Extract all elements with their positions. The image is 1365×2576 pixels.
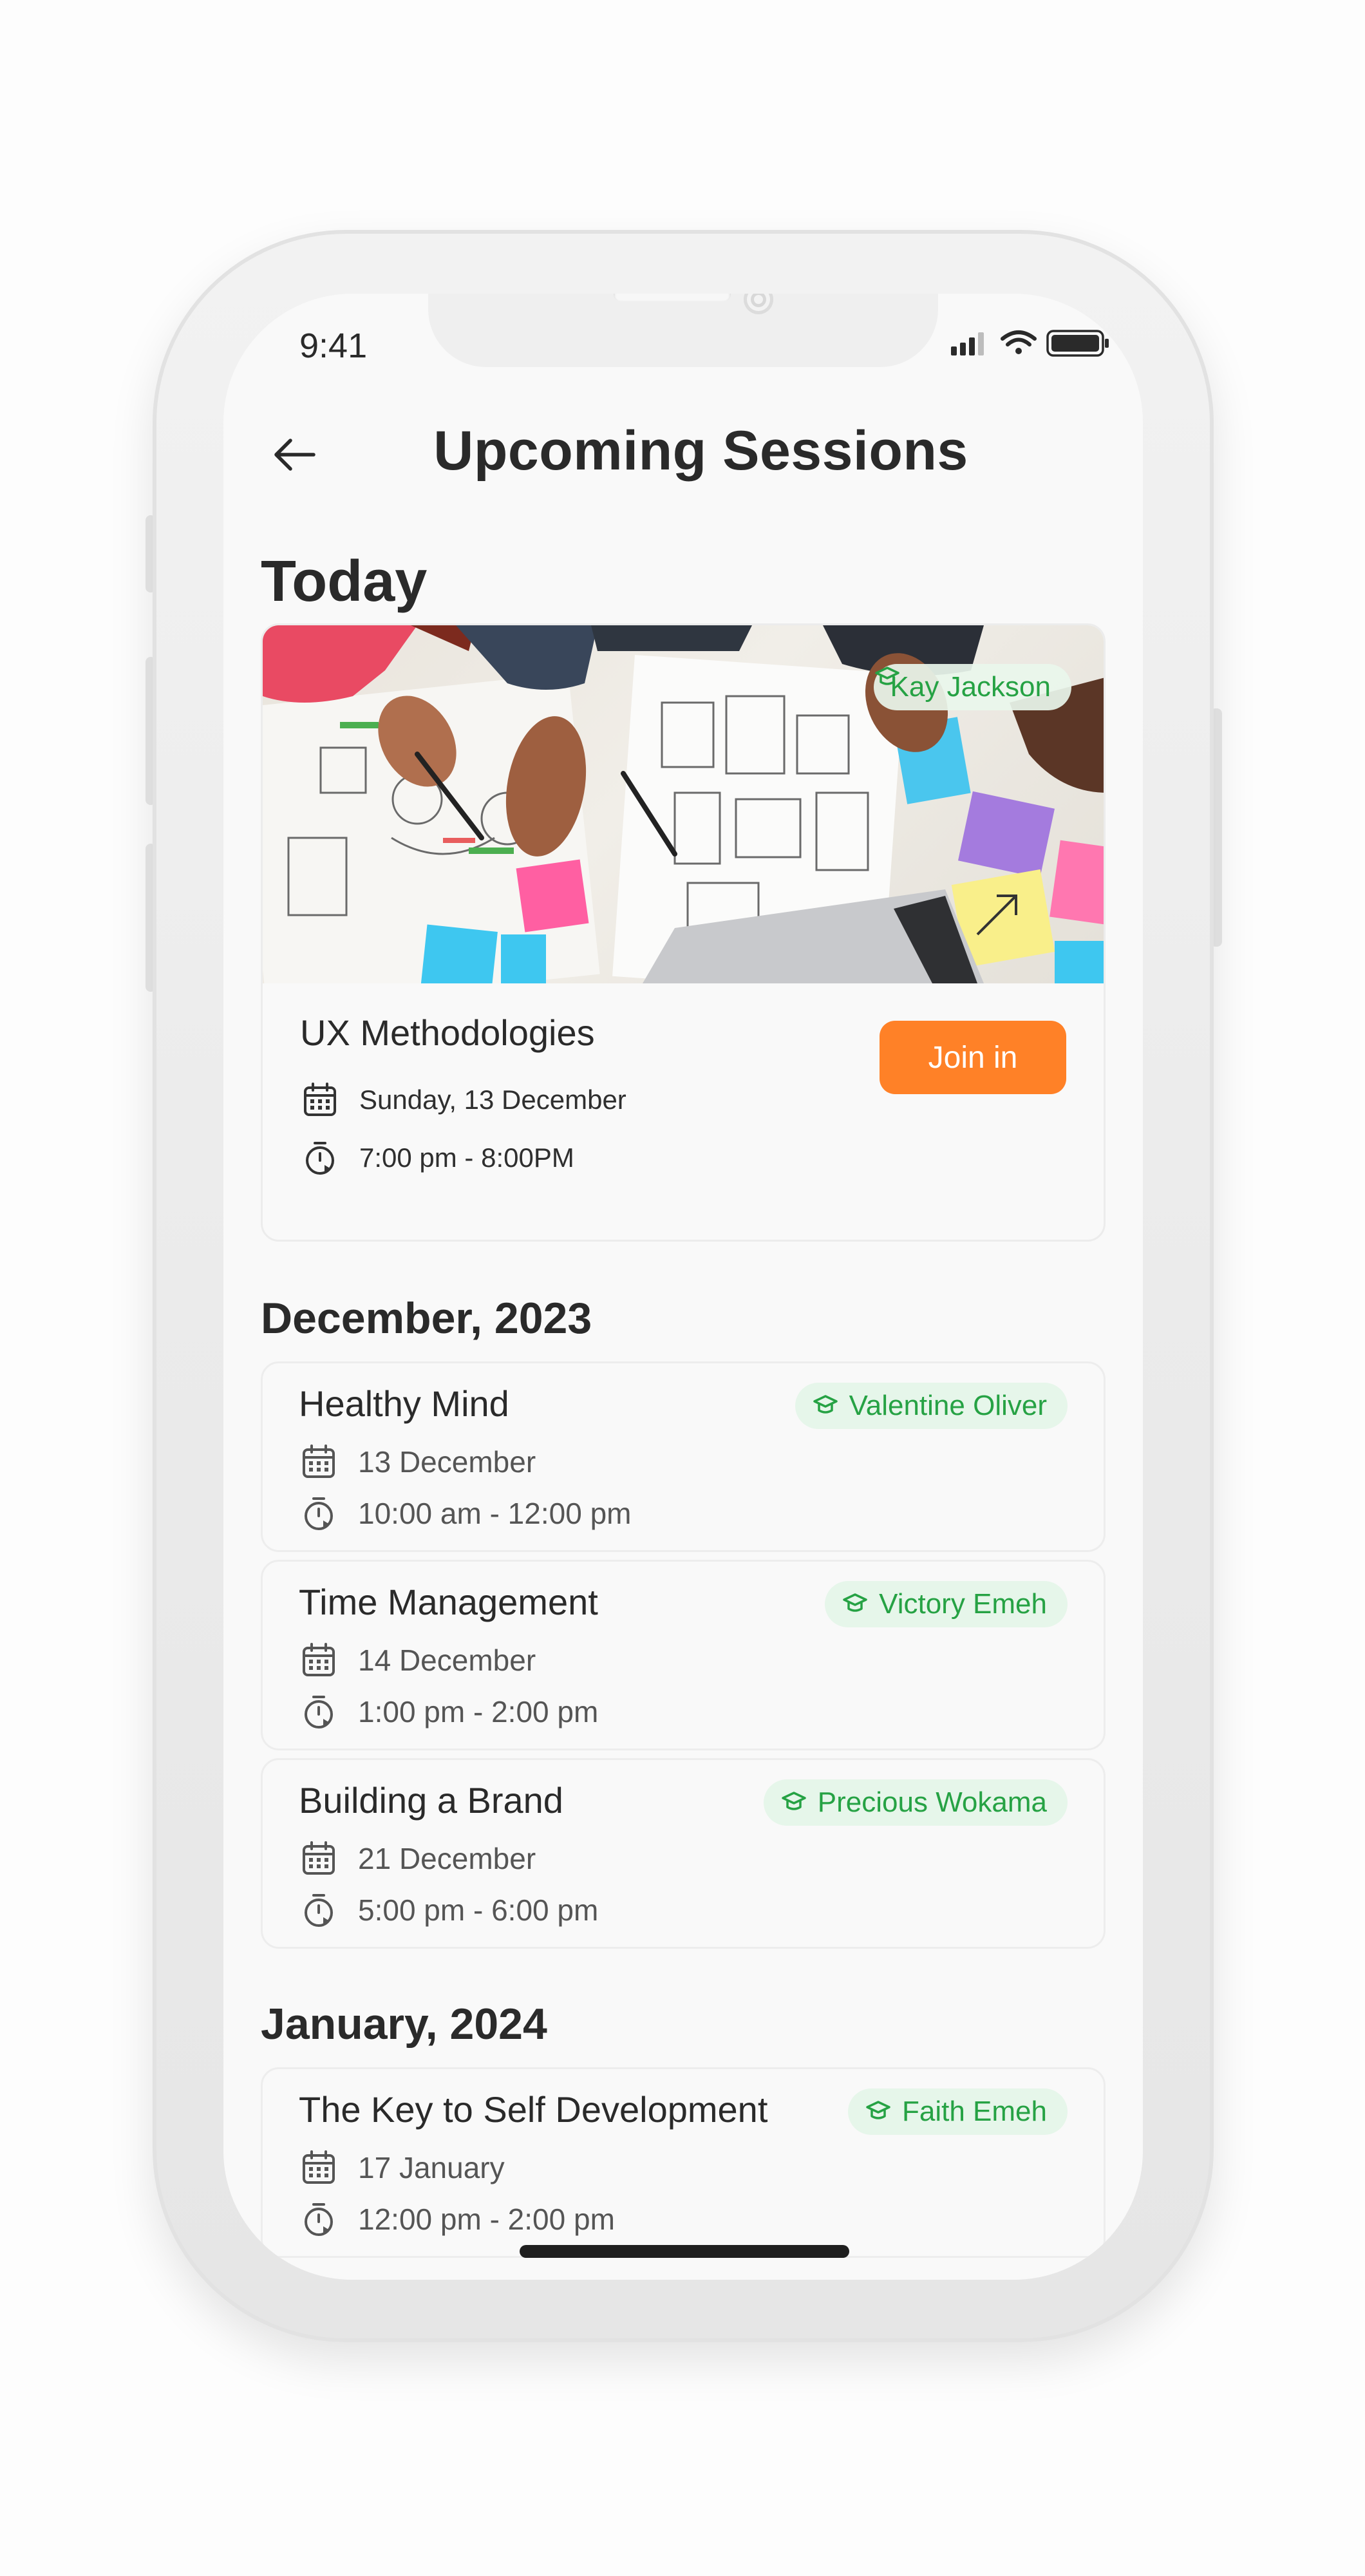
graduation-cap-icon (866, 2101, 890, 2119)
mentor-chip: Precious Wokama (763, 1779, 1068, 1826)
section-heading-today: Today (261, 549, 428, 614)
session-time-text: 1:00 pm - 2:00 pm (358, 1695, 599, 1728)
home-indicator[interactable] (520, 2245, 849, 2258)
session-time: 10:00 am - 12:00 pm (299, 1493, 631, 1533)
wifi-icon (1001, 330, 1037, 354)
calendar-icon (299, 1442, 339, 1482)
calendar-icon (299, 1839, 339, 1879)
session-card[interactable]: The Key to Self Development Faith Emeh 1… (261, 2067, 1106, 2258)
session-date-text: 17 January (358, 2151, 505, 2184)
section-heading-january: January, 2024 (261, 2000, 547, 2049)
timer-icon (299, 1493, 339, 1533)
status-time: 9:41 (299, 327, 368, 365)
front-camera (744, 294, 773, 314)
timer-icon (299, 1890, 339, 1930)
session-date: 13 December (299, 1442, 536, 1482)
session-title: Healthy Mind (299, 1383, 509, 1424)
speaker-grille (614, 294, 731, 301)
session-date-text: 13 December (358, 1445, 536, 1479)
mentor-name: Valentine Oliver (849, 1390, 1047, 1421)
calendar-icon (299, 2148, 339, 2188)
session-date-text: Sunday, 13 December (359, 1084, 626, 1115)
section-heading-december: December, 2023 (261, 1294, 592, 1343)
session-time-text: 7:00 pm - 8:00PM (359, 1142, 574, 1173)
timer-icon (300, 1138, 340, 1178)
graduation-cap-icon (782, 1792, 806, 1810)
session-time: 7:00 pm - 8:00PM (300, 1138, 574, 1178)
featured-session-card[interactable]: Kay Jackson UX Methodologies Join in Sun… (261, 623, 1106, 1242)
session-card[interactable]: Healthy Mind Valentine Oliver 13 Decembe… (261, 1361, 1106, 1552)
session-date: 17 January (299, 2148, 505, 2188)
session-time: 12:00 pm - 2:00 pm (299, 2199, 615, 2239)
session-card[interactable]: Building a Brand Precious Wokama 21 Dece… (261, 1758, 1106, 1949)
session-cover-image: Kay Jackson (263, 625, 1104, 983)
page-title: Upcoming Sessions (433, 420, 968, 482)
mentor-chip: Kay Jackson (873, 664, 1071, 710)
session-time-text: 5:00 pm - 6:00 pm (358, 1893, 599, 1927)
signal-icon (951, 332, 984, 355)
session-date: 21 December (299, 1839, 536, 1879)
session-title: Building a Brand (299, 1780, 563, 1821)
status-icons (951, 327, 1112, 359)
battery-icon (1046, 330, 1109, 357)
timer-icon (299, 2199, 339, 2239)
graduation-cap-icon (874, 667, 899, 685)
session-date: 14 December (299, 1640, 536, 1680)
session-title: The Key to Self Development (299, 2089, 768, 2130)
session-title: UX Methodologies (300, 1012, 595, 1053)
mentor-chip: Valentine Oliver (795, 1383, 1068, 1429)
session-date-text: 21 December (358, 1842, 536, 1875)
calendar-icon (299, 1640, 339, 1680)
graduation-cap-icon (843, 1593, 867, 1612)
session-title: Time Management (299, 1582, 598, 1622)
session-time-text: 10:00 am - 12:00 pm (358, 1497, 632, 1530)
session-time: 5:00 pm - 6:00 pm (299, 1890, 598, 1930)
mentor-name: Victory Emeh (879, 1588, 1047, 1620)
session-date-text: 14 December (358, 1643, 536, 1677)
notch (428, 294, 938, 367)
timer-icon (299, 1692, 339, 1732)
session-time: 1:00 pm - 2:00 pm (299, 1692, 598, 1732)
mentor-chip: Victory Emeh (825, 1581, 1068, 1627)
mentor-name: Kay Jackson (890, 671, 1051, 703)
mentor-chip: Faith Emeh (848, 2088, 1068, 2135)
mentor-name: Precious Wokama (817, 1786, 1047, 1818)
graduation-cap-icon (813, 1395, 838, 1414)
calendar-icon (300, 1080, 340, 1120)
phone-screen: 9:41 Upcoming Sessions Today Kay Jackson… (223, 294, 1143, 2280)
join-in-button[interactable]: Join in (880, 1021, 1066, 1094)
mentor-name: Faith Emeh (902, 2096, 1047, 2127)
session-time-text: 12:00 pm - 2:00 pm (358, 2202, 615, 2236)
session-date: Sunday, 13 December (300, 1080, 626, 1120)
session-card[interactable]: Time Management Victory Emeh 14 December… (261, 1560, 1106, 1750)
